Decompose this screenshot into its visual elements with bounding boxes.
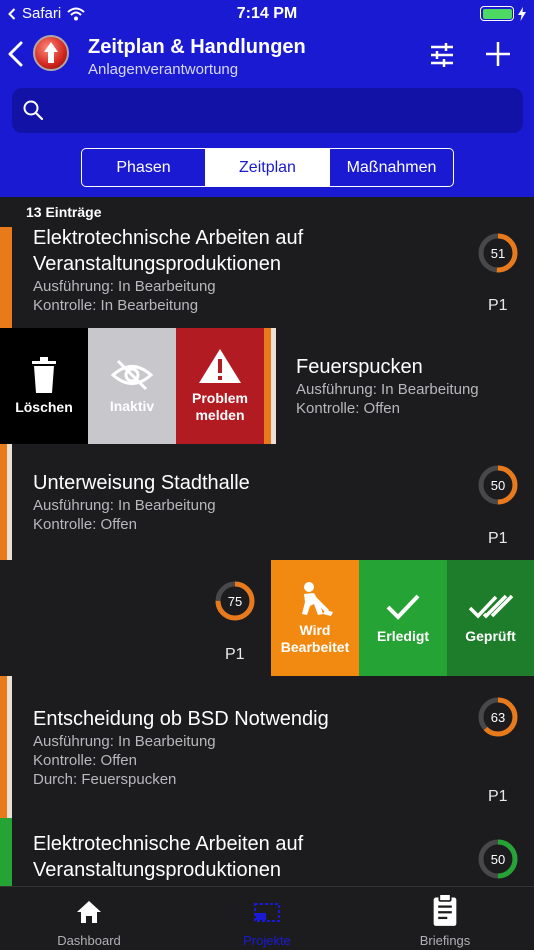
priority-label: P1 bbox=[488, 297, 508, 314]
status-right bbox=[480, 6, 526, 21]
clipboard-icon bbox=[433, 893, 457, 926]
report-problem-label-line1: Problem bbox=[191, 390, 248, 406]
done-action-button[interactable]: Erledigt bbox=[359, 560, 447, 676]
check-icon bbox=[386, 594, 420, 620]
status-stripe bbox=[0, 227, 12, 328]
status-stripe bbox=[0, 818, 12, 886]
report-problem-label-line2: melden bbox=[195, 407, 245, 423]
item-execution: Ausführung: In Bearbeitung bbox=[33, 733, 216, 750]
progress-ring: 50 bbox=[477, 464, 519, 506]
entry-count: 13 Einträge bbox=[26, 204, 102, 220]
segment-massnahmen[interactable]: Maßnahmen bbox=[330, 149, 453, 186]
tab-projekte[interactable]: Projekte bbox=[178, 887, 356, 950]
search-bar[interactable] bbox=[12, 88, 523, 133]
tab-projekte-label: Projekte bbox=[243, 933, 291, 948]
item-title-line2: Veranstaltungsproduktionen bbox=[33, 253, 281, 275]
warning-icon bbox=[199, 349, 241, 383]
item-title: Feuerspucken bbox=[296, 356, 423, 378]
item-execution: Ausführung: In Bearbeitung bbox=[296, 381, 479, 398]
progress-ring: 63 bbox=[477, 696, 519, 738]
item-execution: Ausführung: In Bearbeitung bbox=[33, 278, 216, 295]
report-problem-action-button[interactable]: Problem melden bbox=[176, 328, 264, 444]
item-title-line2: Veranstaltungsproduktionen bbox=[33, 859, 281, 881]
item-execution: Ausführung: In Bearbeitung bbox=[33, 497, 216, 514]
priority-label: P1 bbox=[488, 788, 508, 805]
checked-action-button[interactable]: Geprüft bbox=[447, 560, 534, 676]
inactive-action-button[interactable]: Inaktiv bbox=[88, 328, 176, 444]
progress-ring: 51 bbox=[477, 232, 519, 274]
projects-icon bbox=[254, 903, 280, 922]
segment-zeitplan[interactable]: Zeitplan bbox=[206, 149, 330, 186]
stripe-accent bbox=[271, 328, 276, 444]
list-item-swiped[interactable]: Löschen Inaktiv Problem melden Feuerspuc… bbox=[0, 328, 534, 444]
segmented-control: Phasen Zeitplan Maßnahmen bbox=[81, 148, 454, 187]
status-time: 7:14 PM bbox=[236, 5, 298, 22]
tab-briefings[interactable]: Briefings bbox=[356, 887, 534, 950]
navigation-bar: Zeitplan & Handlungen Anlagenverantwortu… bbox=[0, 30, 534, 80]
in-progress-label-line1: Wird bbox=[299, 622, 331, 638]
segment-phasen[interactable]: Phasen bbox=[82, 149, 206, 186]
list-item-swiped[interactable]: 75 P1 Wird Bearbeitet Erledigt Geprüft bbox=[0, 560, 534, 676]
item-title-line1: Elektrotechnische Arbeiten auf bbox=[33, 227, 304, 249]
priority-label: P1 bbox=[225, 646, 245, 663]
progress-value: 63 bbox=[490, 709, 506, 725]
item-title: Unterweisung Stadthalle bbox=[33, 472, 250, 494]
battery-icon bbox=[480, 6, 514, 21]
inactive-label: Inaktiv bbox=[109, 397, 155, 414]
list-item[interactable]: Elektrotechnische Arbeiten auf Veranstal… bbox=[0, 818, 534, 886]
trash-icon bbox=[32, 356, 56, 393]
progress-value: 50 bbox=[490, 851, 506, 867]
status-bar: Safari 7:14 PM bbox=[0, 0, 534, 28]
priority-label: P1 bbox=[488, 530, 508, 547]
item-title-line1: Elektrotechnische Arbeiten auf bbox=[33, 833, 304, 855]
charging-icon bbox=[518, 6, 526, 21]
progress-value: 50 bbox=[490, 477, 506, 493]
tab-dashboard-label: Dashboard bbox=[57, 933, 121, 948]
home-icon bbox=[77, 901, 101, 923]
item-title: Entscheidung ob BSD Notwendig bbox=[33, 708, 329, 730]
item-control: Kontrolle: Offen bbox=[296, 400, 400, 417]
tab-dashboard[interactable]: Dashboard bbox=[0, 887, 178, 950]
item-control: Kontrolle: Offen bbox=[33, 516, 137, 533]
progress-ring: 50 bbox=[477, 838, 519, 880]
tab-bar: Dashboard Projekte Briefings bbox=[0, 886, 534, 950]
app-logo bbox=[33, 35, 69, 71]
done-label: Erledigt bbox=[376, 627, 430, 644]
search-input[interactable] bbox=[52, 88, 512, 133]
search-icon bbox=[23, 100, 44, 121]
tab-briefings-label: Briefings bbox=[419, 933, 471, 948]
progress-ring: 75 bbox=[214, 580, 256, 622]
item-control: Kontrolle: In Bearbeitung bbox=[33, 297, 199, 314]
add-button[interactable] bbox=[482, 38, 514, 70]
page-title: Zeitplan & Handlungen bbox=[88, 36, 306, 58]
list-item[interactable]: Entscheidung ob BSD Notwendig Ausführung… bbox=[0, 676, 534, 818]
list-header: 13 Einträge bbox=[0, 197, 534, 227]
progress-value: 51 bbox=[490, 245, 506, 261]
eye-off-icon bbox=[110, 359, 154, 390]
in-progress-action-button[interactable]: Wird Bearbeitet bbox=[271, 560, 359, 676]
back-button[interactable] bbox=[4, 38, 28, 70]
in-progress-label-line2: Bearbeitet bbox=[280, 639, 350, 655]
item-assigned-by: Durch: Feuerspucken bbox=[33, 771, 177, 788]
app-header: Safari 7:14 PM Zeitplan & Handlungen Anl… bbox=[0, 0, 534, 197]
item-control: Kontrolle: Offen bbox=[33, 752, 137, 769]
filter-settings-button[interactable] bbox=[427, 40, 457, 70]
page-subtitle: Anlagenverantwortung bbox=[88, 61, 239, 78]
stripe-accent bbox=[7, 444, 12, 560]
checked-label: Geprüft bbox=[465, 627, 516, 644]
delete-label: Löschen bbox=[15, 398, 73, 415]
progress-value: 75 bbox=[227, 593, 243, 609]
delete-action-button[interactable]: Löschen bbox=[0, 328, 88, 444]
list-item[interactable]: Elektrotechnische Arbeiten auf Veranstal… bbox=[0, 227, 534, 328]
worker-icon bbox=[302, 582, 333, 616]
stripe-accent bbox=[7, 676, 12, 818]
double-check-icon bbox=[468, 594, 513, 619]
list-item[interactable]: Unterweisung Stadthalle Ausführung: In B… bbox=[0, 444, 534, 560]
